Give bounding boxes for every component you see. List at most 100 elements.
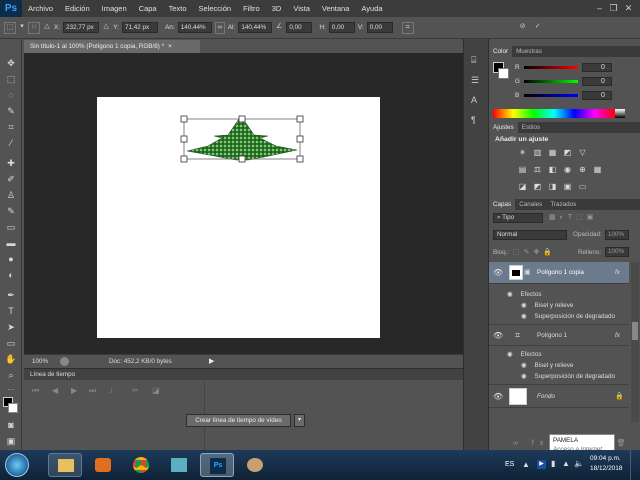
transform-tool-icon[interactable]: ⬚	[4, 21, 16, 34]
eye-icon[interactable]: ◉	[521, 302, 527, 309]
zoom-tool-icon[interactable]: ⌕	[4, 369, 18, 381]
channel-mixer-icon[interactable]: ⊕	[577, 165, 588, 174]
transition-icon[interactable]: ◪	[152, 386, 160, 395]
layer-name[interactable]: Fondo	[537, 393, 555, 400]
eye-icon[interactable]: ◉	[521, 373, 527, 380]
marquee-tool-icon[interactable]: ⬚	[4, 73, 18, 85]
restore-icon[interactable]: ❐	[608, 3, 619, 13]
layer-filter-dropdown[interactable]: ⌕ Tipo	[493, 213, 543, 223]
first-frame-icon[interactable]: ⏮	[32, 386, 39, 396]
transform-handle[interactable]	[180, 135, 188, 143]
layers-scrollbar[interactable]	[631, 262, 639, 422]
invert-icon[interactable]: ◪	[517, 182, 528, 191]
b-value-field[interactable]: 0	[582, 91, 612, 100]
tree-shape-artwork[interactable]	[180, 113, 305, 169]
history-brush-tool-icon[interactable]: ✎	[4, 205, 18, 217]
link-icon[interactable]: ∞	[214, 21, 225, 34]
move-tool-icon[interactable]: ✥	[4, 57, 18, 69]
x-position-field[interactable]: 232,77 px	[63, 22, 100, 33]
start-button[interactable]	[5, 453, 29, 477]
prev-frame-icon[interactable]: ◀	[52, 386, 58, 395]
eyedropper-tool-icon[interactable]: ⁄	[4, 137, 18, 149]
tab-capas[interactable]: Capas	[489, 199, 516, 210]
effect-row[interactable]: ◉ Bisel y relieve	[489, 300, 629, 311]
type-tool-icon[interactable]: T	[4, 305, 18, 317]
eye-icon[interactable]: ◉	[521, 362, 527, 369]
effects-row[interactable]: ◉ Efectos	[489, 349, 629, 360]
photoshop-taskbar-button[interactable]: Ps	[200, 453, 234, 477]
split-icon[interactable]: ✂	[132, 386, 139, 395]
chrome-taskbar-button[interactable]	[124, 453, 158, 477]
layer-row-poligono-1-copia[interactable]: 👁 ▣ Polígono 1 copia fx	[489, 262, 629, 284]
effects-row[interactable]: ◉ Efectos	[489, 289, 629, 300]
commit-transform-icon[interactable]: ✓	[532, 22, 544, 34]
layer-row-fondo[interactable]: 👁 Fondo 🔒	[489, 384, 629, 408]
r-value-field[interactable]: 0	[582, 63, 612, 72]
quick-mask-icon[interactable]: ◙	[4, 419, 18, 431]
eraser-tool-icon[interactable]: ▭	[4, 221, 18, 233]
clock-time[interactable]: 09:04 p.m.	[590, 455, 621, 462]
layer-name[interactable]: Polígono 1	[537, 332, 567, 339]
dodge-tool-icon[interactable]: ◐	[4, 269, 18, 281]
menu-capa[interactable]: Capa	[133, 4, 163, 13]
angle-field[interactable]: 0,00	[286, 22, 313, 33]
background-color-swatch[interactable]	[8, 403, 18, 413]
reference-point-icon[interactable]: ⁙	[28, 21, 40, 34]
fx-icon[interactable]: fx	[615, 332, 620, 339]
app-taskbar-button[interactable]	[162, 453, 196, 477]
menu-seleccion[interactable]: Selección	[193, 4, 238, 13]
transform-handle[interactable]	[238, 155, 246, 163]
menu-imagen[interactable]: Imagen	[96, 4, 133, 13]
tab-color[interactable]: Color	[489, 46, 513, 57]
r-slider[interactable]	[524, 66, 578, 69]
media-player-taskbar-button[interactable]	[86, 453, 120, 477]
paint-taskbar-button[interactable]	[238, 453, 272, 477]
relative-position-icon[interactable]: △	[43, 22, 51, 34]
color-spectrum-bar[interactable]	[493, 109, 615, 118]
history-icon[interactable]: ⌸	[471, 55, 476, 66]
blur-tool-icon[interactable]: ●	[4, 253, 18, 265]
width-field[interactable]: 140,44%	[177, 22, 212, 33]
transform-handle[interactable]	[180, 155, 188, 163]
height-field[interactable]: 140,44%	[238, 22, 273, 33]
curves-icon[interactable]: ▦	[547, 148, 558, 157]
blend-mode-dropdown[interactable]: Normal	[493, 230, 567, 240]
tab-canales[interactable]: Canales	[515, 199, 546, 210]
character-icon[interactable]: A	[471, 95, 477, 105]
hand-tool-icon[interactable]: ✋	[4, 353, 18, 365]
menu-filtro[interactable]: Filtro	[237, 4, 266, 13]
next-frame-icon[interactable]: ⏭	[89, 386, 96, 396]
g-value-field[interactable]: 0	[582, 77, 612, 86]
tab-muestras[interactable]: Muestras	[512, 46, 546, 57]
menu-3d[interactable]: 3D	[266, 4, 288, 13]
transform-handle[interactable]	[180, 115, 188, 123]
close-icon[interactable]: ✕	[623, 3, 634, 13]
fill-field[interactable]: 100%	[605, 247, 629, 257]
transform-handle[interactable]	[296, 115, 304, 123]
eye-icon[interactable]: ◉	[507, 351, 513, 358]
grayscale-bar[interactable]	[615, 109, 625, 118]
tray-app-icon[interactable]: ▶	[537, 460, 546, 469]
tab-trazados[interactable]: Trazados	[546, 199, 580, 210]
close-tab-icon[interactable]: ×	[168, 43, 172, 50]
brightness-icon[interactable]: ☀	[517, 148, 528, 157]
visibility-eye-icon[interactable]: 👁	[493, 392, 503, 401]
tray-arrow-icon[interactable]: ▲	[522, 460, 530, 469]
menu-texto[interactable]: Texto	[163, 4, 193, 13]
layer-filter-icons[interactable]: ▦◐T⬚▣	[549, 213, 597, 221]
eye-icon[interactable]: ◉	[521, 313, 527, 320]
b-slider[interactable]	[524, 94, 578, 97]
effect-row[interactable]: ◉ Bisel y relieve	[489, 360, 629, 371]
selective-color-icon[interactable]: ▣	[562, 182, 573, 191]
menu-archivo[interactable]: Archivo	[22, 4, 59, 13]
levels-icon[interactable]: ▥	[532, 148, 543, 157]
gradient-map-icon[interactable]: ▭	[577, 182, 588, 191]
hskew-field[interactable]: 0,00	[328, 22, 355, 33]
info-icon[interactable]	[60, 357, 69, 366]
hue-saturation-icon[interactable]: ▤	[517, 165, 528, 174]
tab-ajustes[interactable]: Ajustes	[489, 122, 518, 133]
shape-tool-icon[interactable]: ▭	[4, 337, 18, 349]
visibility-eye-icon[interactable]: 👁	[493, 331, 503, 340]
audio-icon[interactable]: ♪	[109, 386, 113, 395]
language-indicator[interactable]: ES	[505, 461, 514, 468]
